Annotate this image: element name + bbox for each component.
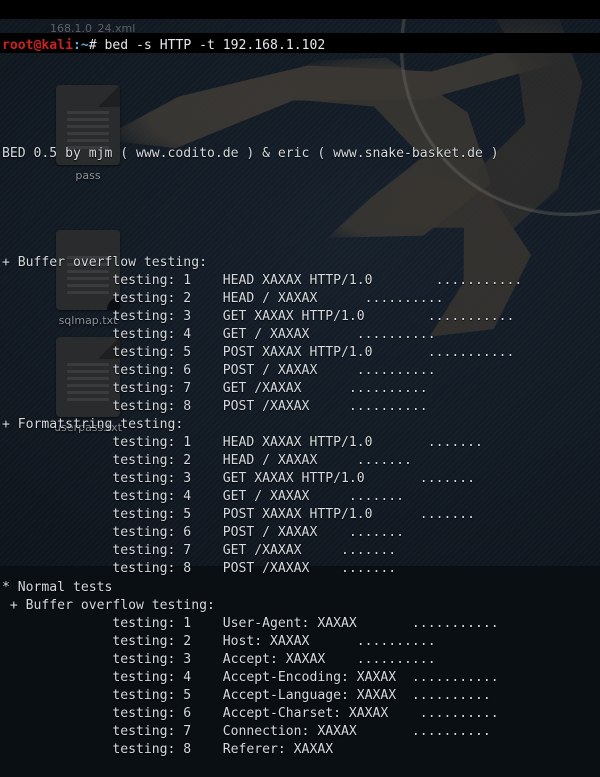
terminal-line: testing: 5 Accept-Language: XAXAX ......… xyxy=(2,687,491,703)
terminal-line: testing: 1 User-Agent: XAXAX ........... xyxy=(2,615,499,631)
prompt-user-host: root@kali xyxy=(2,38,73,54)
terminal-line: testing: 2 Host: XAXAX .......... xyxy=(2,633,436,649)
terminal-line: testing: 6 POST / XAXAX .......... xyxy=(2,362,436,378)
terminal-banner: BED 0.5 by mjm ( www.codito.de ) & eric … xyxy=(2,146,499,162)
terminal-line: testing: 4 GET / XAXAX .......... xyxy=(2,326,436,342)
terminal-line: testing: 2 HEAD / XAXAX ....... xyxy=(2,453,412,469)
prompt-path: :~ xyxy=(72,38,89,54)
terminal-line: testing: 1 HEAD XAXAX HTTP/1.0 ....... xyxy=(2,435,483,451)
terminal-line: testing: 4 Accept-Encoding: XAXAX ......… xyxy=(2,669,499,685)
terminal-line: testing: 8 POST /XAXAX ....... xyxy=(2,561,397,577)
terminal-line: + Buffer overflow testing: xyxy=(2,597,215,613)
terminal-line: testing: 8 POST /XAXAX .......... xyxy=(2,399,428,415)
terminal-line: testing: 2 HEAD / XAXAX .......... xyxy=(2,290,444,306)
terminal-line: testing: 8 Referer: XAXAX xyxy=(2,741,334,757)
terminal-line: testing: 7 Connection: XAXAX .......... xyxy=(2,723,491,739)
terminal-line: testing: 6 POST / XAXAX ....... xyxy=(2,525,405,541)
terminal-line: testing: 4 GET / XAXAX ....... xyxy=(2,489,405,505)
terminal-line: testing: 3 GET XAXAX HTTP/1.0 ..........… xyxy=(2,308,515,324)
terminal-output[interactable]: root@kali:~# bed -s HTTP -t 192.168.1.10… xyxy=(0,0,600,757)
terminal-prompt-line: root@kali:~# bed -s HTTP -t 192.168.1.10… xyxy=(2,37,600,55)
terminal-line: * Normal tests xyxy=(2,579,113,595)
terminal-line: testing: 5 POST XAXAX HTTP/1.0 ....... xyxy=(2,507,475,523)
prompt-symbol: # xyxy=(88,38,105,54)
terminal-line: testing: 6 Accept-Charset: XAXAX .......… xyxy=(2,705,499,721)
terminal-line: testing: 7 GET /XAXAX .......... xyxy=(2,380,428,396)
terminal-line: testing: 3 Accept: XAXAX .......... xyxy=(2,651,436,667)
terminal-line: testing: 3 GET XAXAX HTTP/1.0 ....... xyxy=(2,471,475,487)
terminal-line: testing: 1 HEAD XAXAX HTTP/1.0 .........… xyxy=(2,272,523,288)
terminal-line: testing: 7 GET /XAXAX ....... xyxy=(2,543,397,559)
prompt-command: bed -s HTTP -t 192.168.1.102 xyxy=(104,38,326,54)
terminal-line-list: + Buffer overflow testing: testing: 1 HE… xyxy=(2,254,600,759)
terminal-line: testing: 5 POST XAXAX HTTP/1.0 .........… xyxy=(2,344,515,360)
terminal-line: + Formatstring testing: xyxy=(2,417,184,433)
terminal-line: + Buffer overflow testing: xyxy=(2,254,207,270)
